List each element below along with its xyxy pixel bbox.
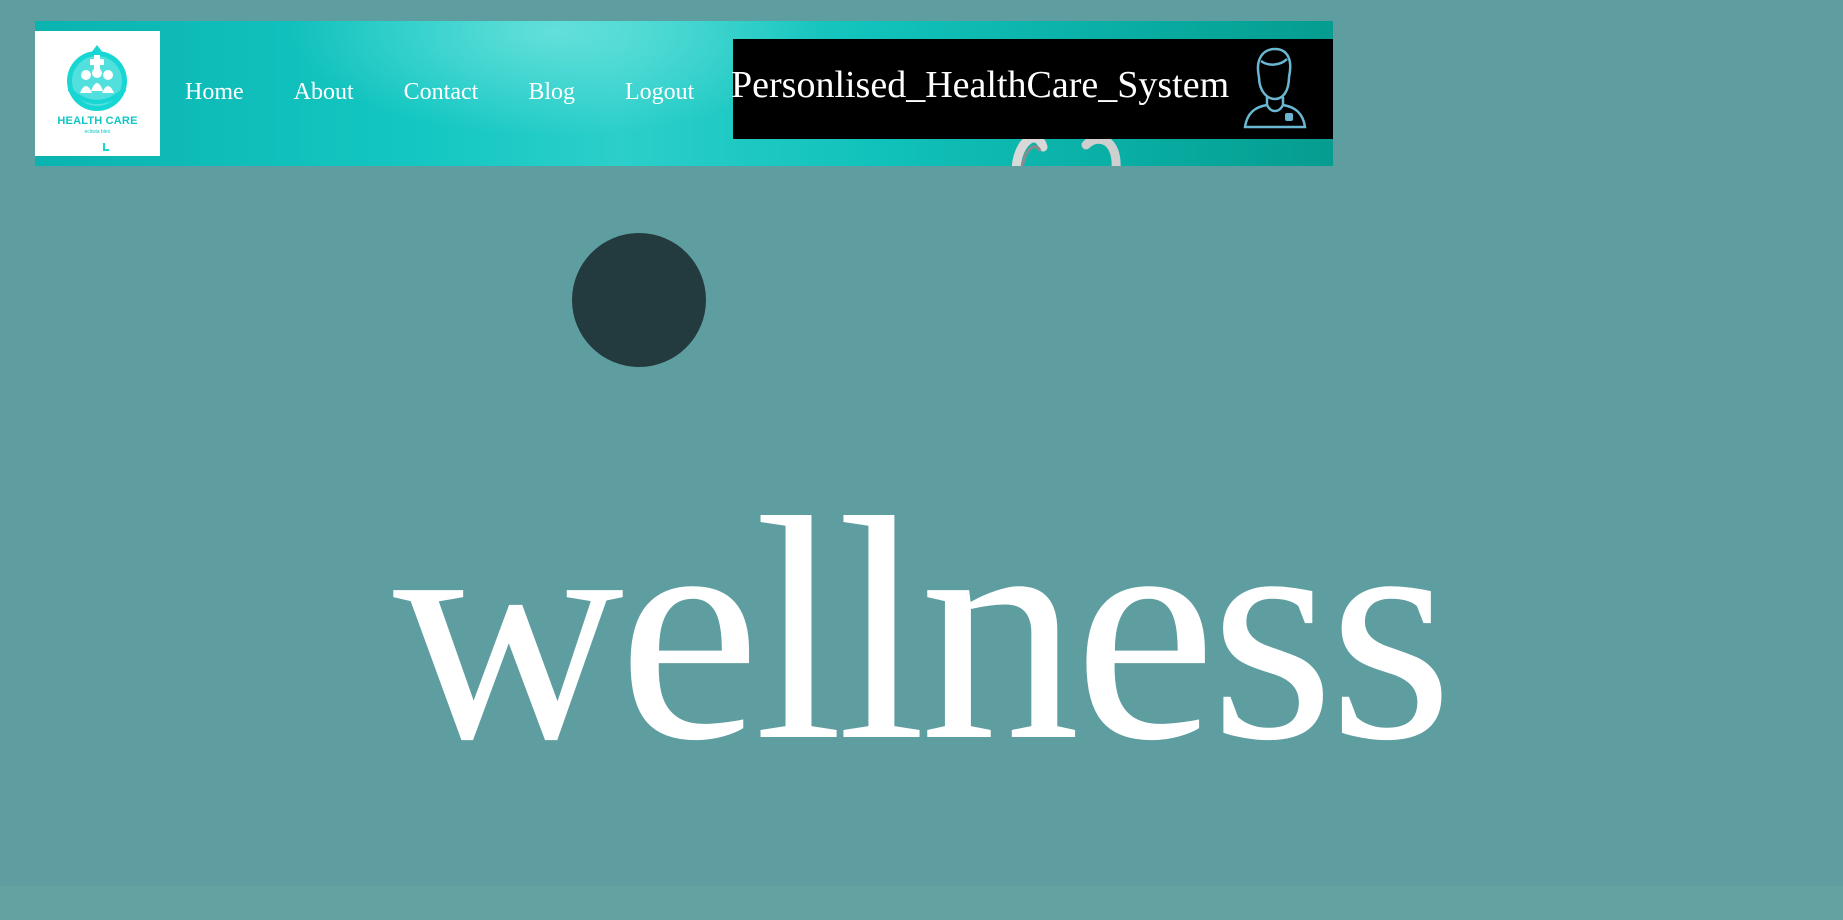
page: HEALTH CARE ecliwia bleo Home About Cont… <box>0 0 1843 920</box>
nav-about[interactable]: About <box>294 77 354 107</box>
hero-word: wellness <box>393 453 1453 807</box>
health-care-logo-icon <box>67 45 127 151</box>
site-title: Personlised_HealthCare_System <box>731 64 1230 106</box>
bottom-strip <box>0 886 1843 920</box>
nav-contact[interactable]: Contact <box>404 77 479 107</box>
logo-subtitle: ecliwia bleo <box>84 129 111 135</box>
logo[interactable]: HEALTH CARE ecliwia bleo <box>35 31 160 156</box>
logo-title: HEALTH CARE <box>57 115 138 127</box>
nav-logout[interactable]: Logout <box>625 77 694 107</box>
site-title-box: Personlised_HealthCare_System <box>731 39 1333 139</box>
doctor-avatar-icon <box>1243 47 1307 129</box>
nav-blog[interactable]: Blog <box>528 77 575 107</box>
main-nav: Home About Contact Blog Logout <box>185 77 744 107</box>
nav-home[interactable]: Home <box>185 77 244 107</box>
decorative-circle <box>572 233 706 367</box>
header-banner: HEALTH CARE ecliwia bleo Home About Cont… <box>35 21 1333 166</box>
